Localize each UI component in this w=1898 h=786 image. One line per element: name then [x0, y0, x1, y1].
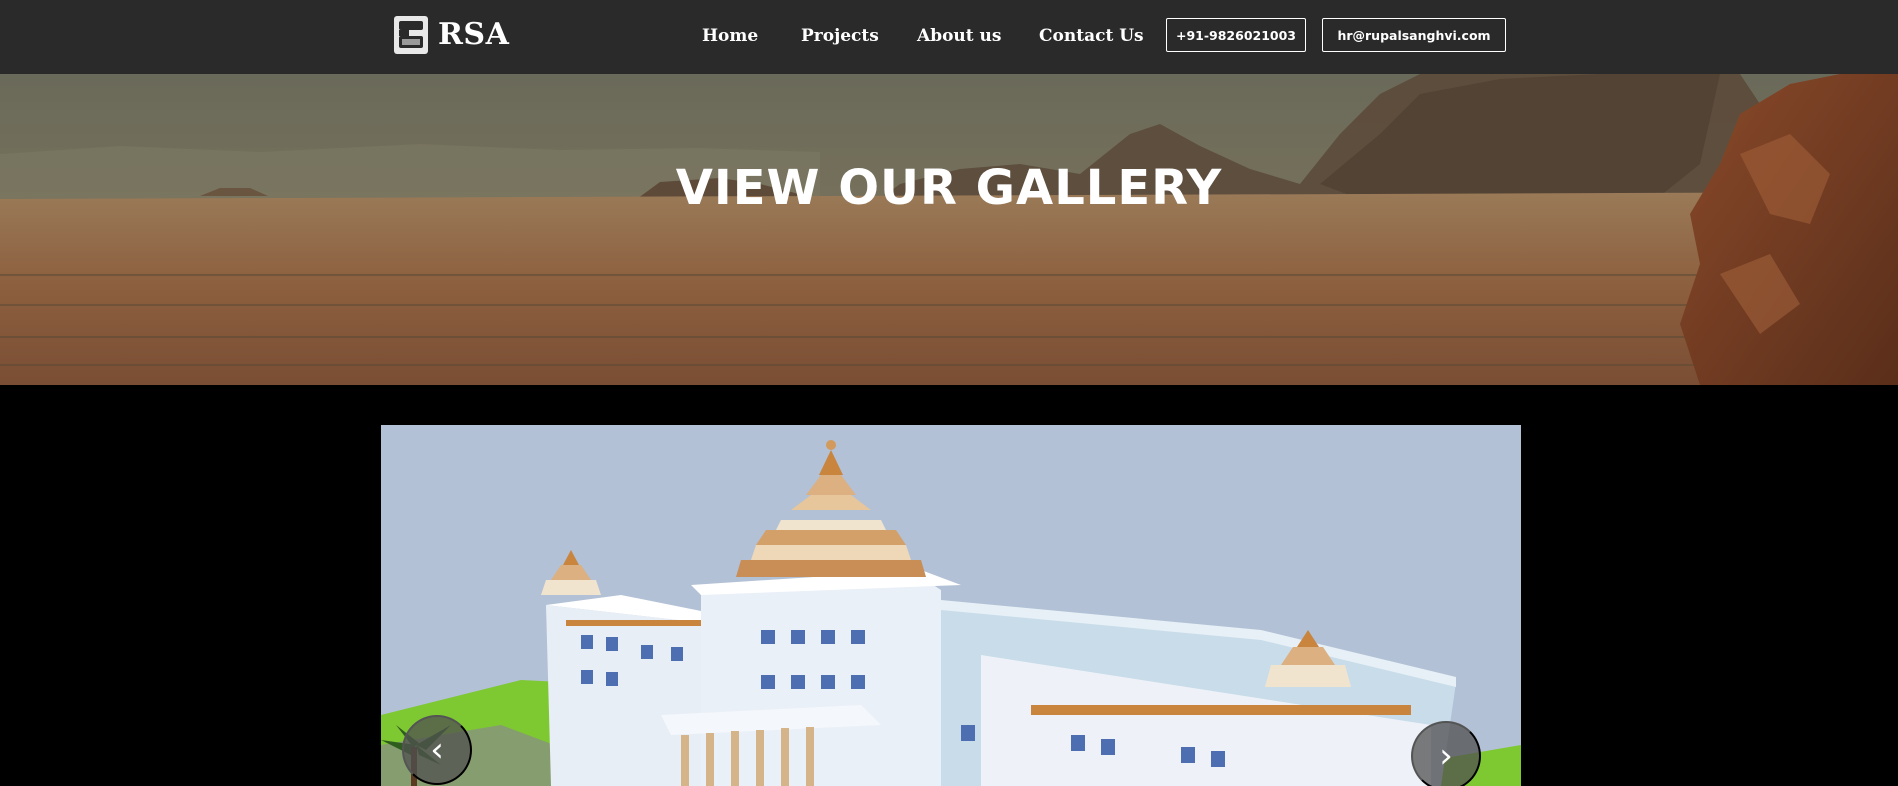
nav-contact-us[interactable]: Contact Us — [1039, 24, 1144, 48]
hero-title: VIEW OUR GALLERY — [675, 160, 1223, 216]
nav-about-us[interactable]: About us — [917, 24, 1001, 48]
hero-banner: VIEW OUR GALLERY — [0, 74, 1898, 385]
nav-projects[interactable]: Projects — [801, 24, 879, 48]
gallery-slider[interactable]: ‹ › — [381, 425, 1521, 786]
brand[interactable]: RSA — [394, 15, 509, 55]
gallery-prev-button[interactable]: ‹ — [402, 715, 472, 785]
gallery-next-button[interactable]: › — [1411, 721, 1481, 786]
building-render-image — [381, 425, 1521, 786]
phone-button[interactable]: +91-9826021003 — [1166, 18, 1306, 52]
nav-home[interactable]: Home — [702, 24, 758, 48]
top-navbar: RSA Home Projects About us Contact Us +9… — [0, 0, 1898, 74]
email-button[interactable]: hr@rupalsanghvi.com — [1322, 18, 1506, 52]
brand-name: RSA — [438, 17, 510, 52]
desert-background-image — [0, 74, 1898, 385]
rsa-logo-icon — [394, 16, 430, 54]
